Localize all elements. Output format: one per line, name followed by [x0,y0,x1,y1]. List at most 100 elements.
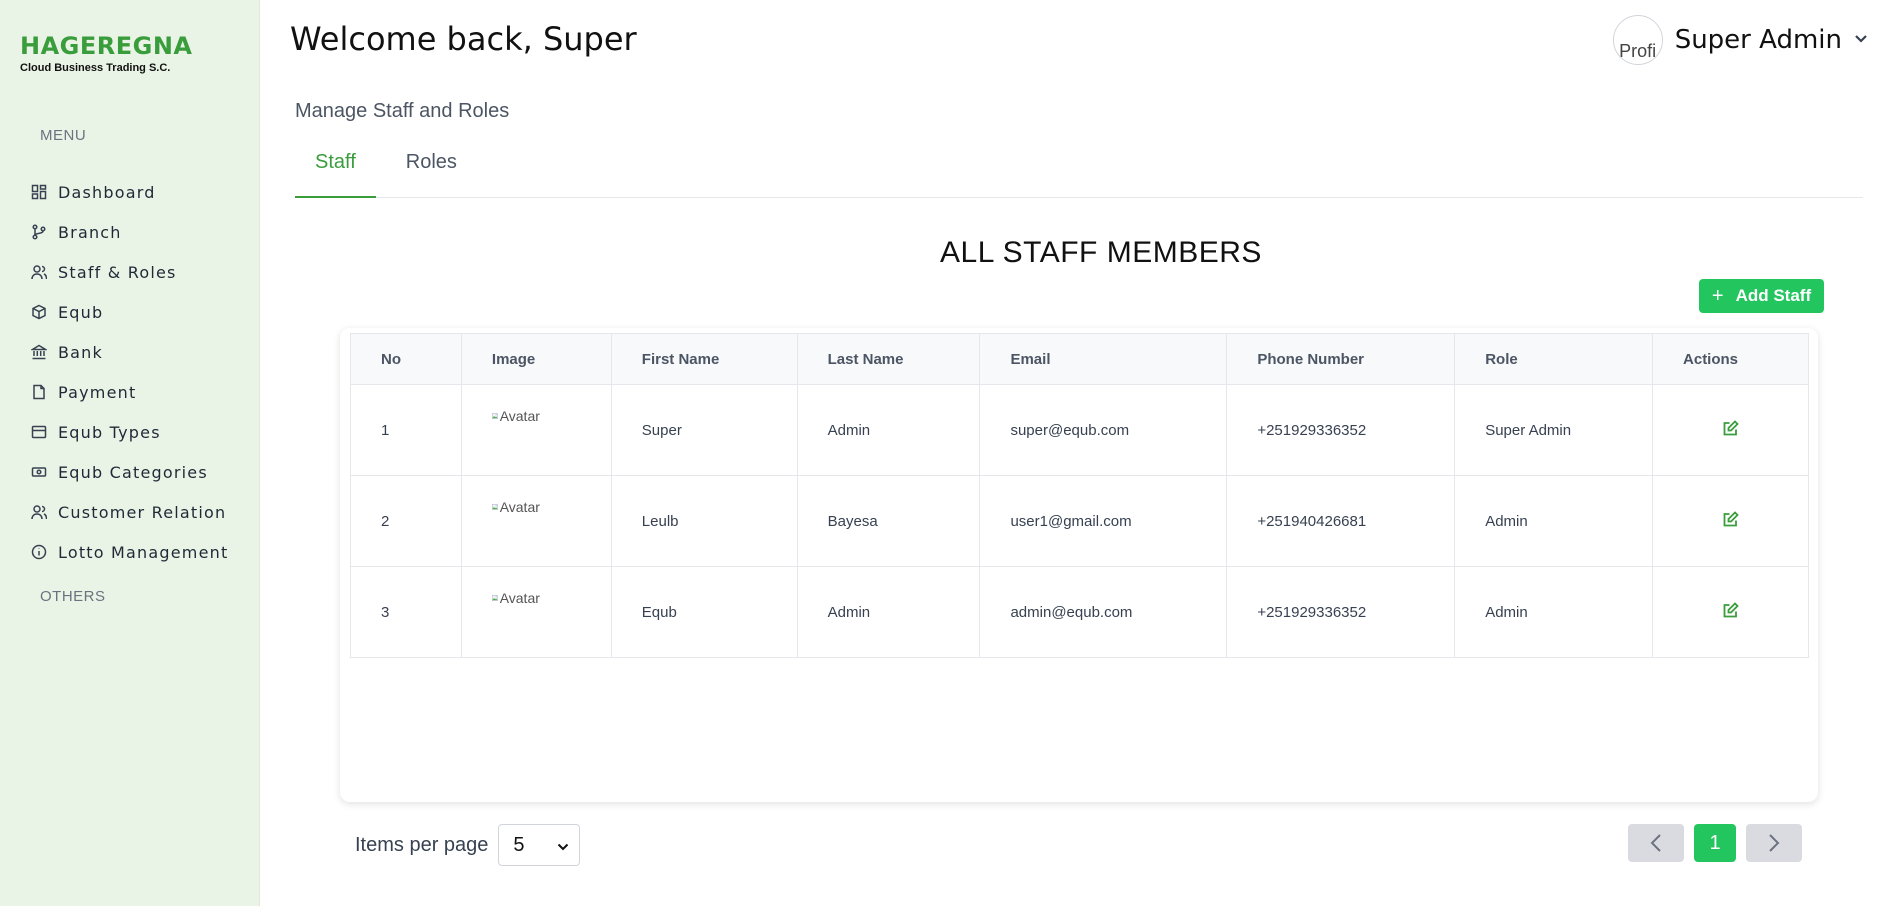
cell-image: Avatar [460,384,612,476]
column-header-phone[interactable]: Phone Number [1226,333,1456,385]
avatar: Avatar [491,589,540,607]
avatar[interactable]: Profi [1612,15,1663,65]
cell-last-name: Admin [796,384,981,476]
cell-actions [1652,566,1809,658]
sidebar-item-label: Customer Relation [58,502,227,522]
sidebar-item-label: Equb Types [58,422,161,442]
sidebar-item-equb-types[interactable]: Equb Types [30,412,228,452]
sidebar-item-lotto-management[interactable]: Lotto Management [30,532,228,572]
cell-first-name: Equb [610,566,798,658]
bank-icon [30,343,48,361]
table-row: 2 Avatar Leulb Bayesa user1@gmail.com +2… [350,475,1809,567]
column-header-last-name[interactable]: Last Name [796,333,981,385]
cell-role: Admin [1454,475,1654,567]
sidebar-item-dashboard[interactable]: Dashboard [30,172,228,212]
cell-image: Avatar [460,475,612,567]
edit-icon[interactable] [1722,510,1740,532]
sidebar-item-equb-categories[interactable]: Equb Categories [30,452,228,492]
cell-role: Super Admin [1454,384,1654,476]
info-icon [30,543,48,561]
broken-image-icon [491,595,498,601]
column-header-email[interactable]: Email [979,333,1228,385]
chevron-left-icon [1650,834,1661,852]
cell-phone: +251940426681 [1226,475,1456,567]
card-title: ALL STAFF MEMBERS [940,236,1262,269]
sidebar-item-label: Lotto Management [58,542,229,562]
cell-first-name: Super [610,384,798,476]
cell-no: 1 [350,384,462,476]
money-icon [30,463,48,481]
cell-email: user1@gmail.com [979,475,1228,567]
sidebar-item-customer-relation[interactable]: Customer Relation [30,492,228,532]
sidebar-item-branch[interactable]: Branch [30,212,228,252]
sidebar-item-label: Payment [58,382,137,402]
column-header-role[interactable]: Role [1454,333,1654,385]
chevron-down-icon[interactable] [1854,31,1868,49]
profile-name: Super Admin [1674,25,1842,55]
profile-menu[interactable]: Profi Super Admin [1612,15,1868,65]
sidebar-item-label: Branch [58,222,122,242]
previous-page-button[interactable] [1628,824,1684,862]
items-per-page: Items per page 5 [355,824,581,866]
column-header-actions: Actions [1652,333,1809,385]
cell-no: 3 [350,566,462,658]
tab-staff[interactable]: Staff [295,146,376,198]
sidebar-item-label: Equb [58,302,104,322]
cell-email: admin@equb.com [979,566,1228,658]
table-header-row: No Image First Name Last Name Email Phon… [350,333,1809,385]
sidebar-menu: Dashboard Branch Staff & Roles Equb Bank [30,172,228,572]
add-staff-button[interactable]: + Add Staff [1699,279,1824,313]
plus-icon: + [1711,284,1724,307]
sidebar-item-equb[interactable]: Equb [30,292,228,332]
sidebar-item-bank[interactable]: Bank [30,332,228,372]
edit-icon[interactable] [1722,419,1740,441]
welcome-heading: Welcome back, Super [290,20,637,58]
broken-image-icon [491,413,498,419]
dashboard-icon [30,183,48,201]
users-icon [30,503,48,521]
items-per-page-label: Items per page [355,833,489,856]
card-icon [30,423,48,441]
sidebar-item-label: Bank [58,342,103,362]
box-icon [30,303,48,321]
table-row: 1 Avatar Super Admin super@equb.com +251… [350,384,1809,476]
pagination: 1 [1628,824,1802,862]
avatar-alt-text: Avatar [499,590,540,606]
cell-email: super@equb.com [979,384,1228,476]
cell-last-name: Bayesa [796,475,981,567]
chevron-down-icon [557,834,569,857]
page-number-button[interactable]: 1 [1694,824,1736,862]
avatar-alt-text: Avatar [499,408,540,424]
branch-icon [30,223,48,241]
brand-logo[interactable]: HAGEREGNA Cloud Business Trading S.C. [20,32,193,74]
column-header-first-name[interactable]: First Name [610,333,798,385]
chevron-right-icon [1769,834,1780,852]
sidebar-item-label: Staff & Roles [58,262,177,282]
cell-image: Avatar [460,566,612,658]
avatar: Avatar [491,498,540,516]
add-staff-label: Add Staff [1735,286,1812,305]
sidebar-item-staff-roles[interactable]: Staff & Roles [30,252,228,292]
column-header-image[interactable]: Image [460,333,612,385]
sidebar: HAGEREGNA Cloud Business Trading S.C. ME… [0,0,260,906]
sidebar-item-label: Dashboard [58,182,156,202]
items-per-page-select[interactable]: 5 [498,824,581,866]
sidebar-item-label: Equb Categories [58,462,208,482]
next-page-button[interactable] [1746,824,1802,862]
users-icon [30,263,48,281]
tab-roles[interactable]: Roles [386,146,477,198]
broken-image-icon [491,504,498,510]
table-row: 3 Avatar Equb Admin admin@equb.com +2519… [350,566,1809,658]
cell-no: 2 [350,475,462,567]
cell-phone: +251929336352 [1226,384,1456,476]
sidebar-item-payment[interactable]: Payment [30,372,228,412]
cell-actions [1652,475,1809,567]
cell-actions [1652,384,1809,476]
column-header-no[interactable]: No [350,333,462,385]
page-title: Manage Staff and Roles [295,100,510,122]
staff-table: No Image First Name Last Name Email Phon… [350,333,1809,658]
others-heading: OTHERS [40,588,106,605]
cell-last-name: Admin [796,566,981,658]
edit-icon[interactable] [1722,601,1740,623]
cell-phone: +251929336352 [1226,566,1456,658]
